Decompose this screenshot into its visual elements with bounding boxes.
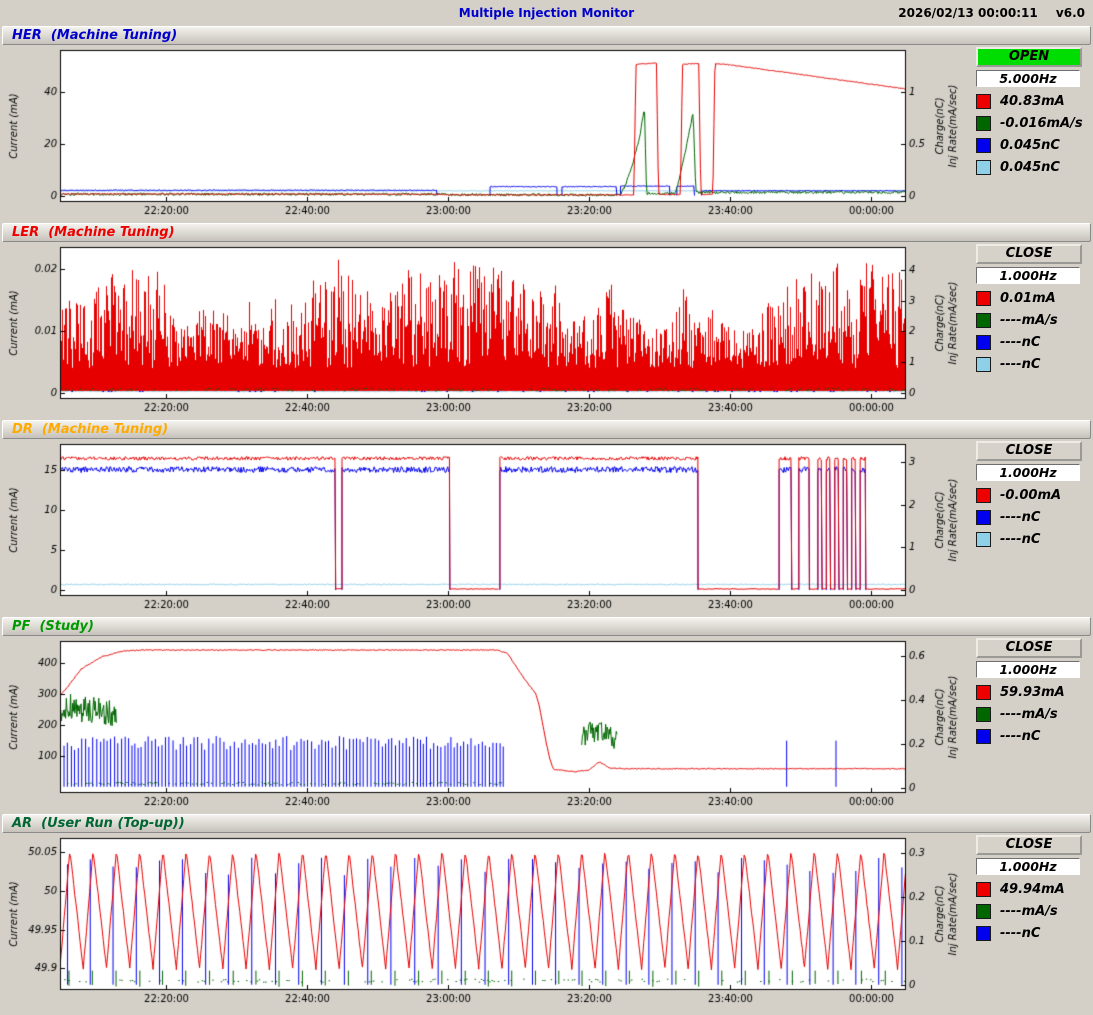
legend-row: ----nC [976,334,1087,350]
her-status-button[interactable]: OPEN [976,47,1082,67]
legend-value-current: 0.01mA [1000,291,1056,306]
dr-title: DR (Machine Tuning) [12,422,168,437]
legend-swatch-red [976,94,991,109]
her-title: HER (Machine Tuning) [12,28,177,43]
pf-side-column: CLOSE 1.000Hz 59.93mA ----mA/s ----nC [964,636,1087,744]
legend-swatch-blue [976,335,991,350]
panel-pf: PF (Study) CLOSE 1.000Hz 59.93mA ----mA/… [0,617,1093,812]
legend-row: ----mA/s [976,706,1087,722]
legend-value-rate: ----mA/s [1000,313,1058,328]
dr-chart [6,439,964,615]
legend-swatch-green [976,904,991,919]
legend-swatch-green [976,116,991,131]
legend-value-rate: -0.016mA/s [1000,116,1083,131]
legend-value-rate: ----mA/s [1000,707,1058,722]
legend-swatch-red [976,685,991,700]
legend-swatch-green [976,313,991,328]
ar-rate-display: 1.000Hz [976,858,1080,875]
legend-swatch-blue [976,138,991,153]
legend-value-charge2: ----nC [1000,532,1040,547]
ler-titlebar: LER (Machine Tuning) [2,223,1091,242]
legend-row: ----nC [976,356,1087,372]
legend-swatch-red [976,488,991,503]
legend-row: 49.94mA [976,881,1087,897]
legend-swatch-lightblue [976,532,991,547]
ar-chart [6,833,964,1009]
legend-value-charge: ----nC [1000,510,1040,525]
her-rate-display: 5.000Hz [976,70,1080,87]
legend-row: ----nC [976,925,1087,941]
dr-rate-display: 1.000Hz [976,464,1080,481]
legend-value-current: 49.94mA [1000,882,1065,897]
legend-swatch-blue [976,729,991,744]
legend-row: 0.01mA [976,290,1087,306]
legend-value-rate: ----mA/s [1000,904,1058,919]
pf-status-button[interactable]: CLOSE [976,638,1082,658]
legend-value-current: 59.93mA [1000,685,1065,700]
legend-value-charge2: ----nC [1000,357,1040,372]
ler-title: LER (Machine Tuning) [12,225,175,240]
header-version: v6.0 [1056,6,1085,20]
panel-dr: DR (Machine Tuning) CLOSE 1.000Hz -0.00m… [0,420,1093,615]
legend-row: -0.016mA/s [976,115,1087,131]
her-titlebar: HER (Machine Tuning) [2,26,1091,45]
legend-row: 0.045nC [976,159,1087,175]
legend-value-charge: 0.045nC [1000,138,1060,153]
panel-ar: AR (User Run (Top-up)) CLOSE 1.000Hz 49.… [0,814,1093,1009]
legend-swatch-blue [976,926,991,941]
ler-status-button[interactable]: CLOSE [976,244,1082,264]
her-side-column: OPEN 5.000Hz 40.83mA -0.016mA/s 0.045nC … [964,45,1087,175]
legend-row: 59.93mA [976,684,1087,700]
legend-value-charge: ----nC [1000,926,1040,941]
panel-ler: LER (Machine Tuning) CLOSE 1.000Hz 0.01m… [0,223,1093,418]
legend-row: -0.00mA [976,487,1087,503]
legend-swatch-green [976,707,991,722]
pf-chart [6,636,964,812]
pf-rate-display: 1.000Hz [976,661,1080,678]
legend-swatch-lightblue [976,160,991,175]
legend-row: ----nC [976,728,1087,744]
legend-value-charge: ----nC [1000,335,1040,350]
dr-titlebar: DR (Machine Tuning) [2,420,1091,439]
legend-value-charge2: 0.045nC [1000,160,1060,175]
legend-row: ----mA/s [976,903,1087,919]
pf-titlebar: PF (Study) [2,617,1091,636]
legend-swatch-blue [976,510,991,525]
app-header: Multiple Injection Monitor 2026/02/13 00… [0,0,1093,26]
pf-title: PF (Study) [12,619,94,634]
legend-row: 0.045nC [976,137,1087,153]
legend-swatch-lightblue [976,357,991,372]
header-timestamp: 2026/02/13 00:00:11 [898,6,1037,20]
ar-status-button[interactable]: CLOSE [976,835,1082,855]
legend-value-charge: ----nC [1000,729,1040,744]
dr-side-column: CLOSE 1.000Hz -0.00mA ----nC ----nC [964,439,1087,547]
legend-swatch-red [976,291,991,306]
dr-status-button[interactable]: CLOSE [976,441,1082,461]
legend-row: ----nC [976,531,1087,547]
panel-her: HER (Machine Tuning) OPEN 5.000Hz 40.83m… [0,26,1093,221]
ler-chart [6,242,964,418]
legend-value-current: 40.83mA [1000,94,1065,109]
legend-value-current: -0.00mA [1000,488,1061,503]
ler-rate-display: 1.000Hz [976,267,1080,284]
legend-row: ----mA/s [976,312,1087,328]
ar-side-column: CLOSE 1.000Hz 49.94mA ----mA/s ----nC [964,833,1087,941]
ler-side-column: CLOSE 1.000Hz 0.01mA ----mA/s ----nC ---… [964,242,1087,372]
ar-title: AR (User Run (Top-up)) [12,816,185,831]
header-right: 2026/02/13 00:00:11 v6.0 [898,6,1085,20]
legend-swatch-red [976,882,991,897]
ar-titlebar: AR (User Run (Top-up)) [2,814,1091,833]
legend-row: ----nC [976,509,1087,525]
legend-row: 40.83mA [976,93,1087,109]
her-chart [6,45,964,221]
